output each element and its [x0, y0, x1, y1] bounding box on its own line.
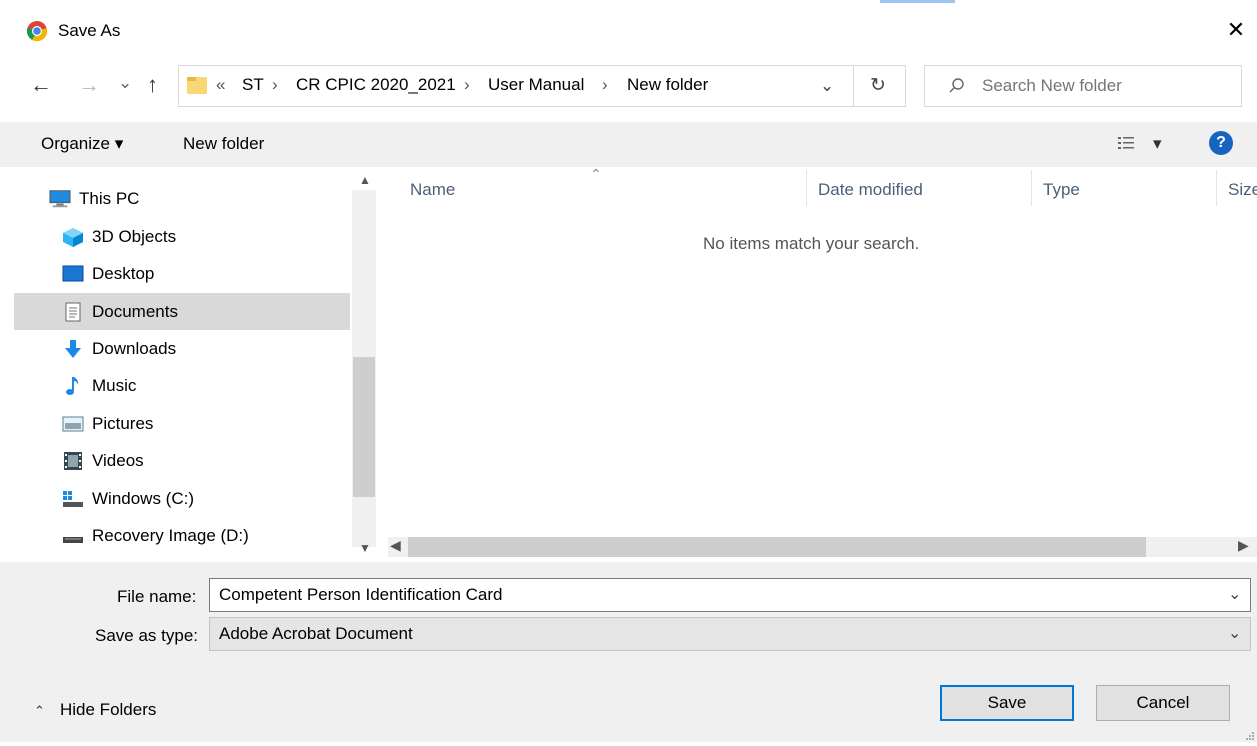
close-button[interactable]: ✕ [1222, 16, 1250, 44]
column-header-size[interactable]: Size [1228, 180, 1257, 200]
forward-button[interactable]: → [78, 72, 100, 98]
accent-line [880, 0, 955, 3]
hide-folders-button[interactable]: Hide Folders [60, 700, 156, 720]
sidebar-item-label: 3D Objects [92, 227, 177, 246]
column-divider [806, 170, 807, 206]
file-name-dropdown-icon[interactable]: ⌄ [1228, 584, 1241, 604]
view-caret[interactable]: ▾ [1153, 134, 1162, 154]
sidebar-item-downloads[interactable]: Downloads [62, 331, 176, 367]
column-header-date-modified[interactable]: Date modified [818, 180, 923, 200]
sidebar-item-label: Documents [92, 302, 178, 321]
sidebar-item-music[interactable]: Music [62, 368, 136, 404]
sidebar-item-documents[interactable]: Documents [62, 294, 178, 330]
sidebar-item-label: Windows (C:) [92, 489, 195, 508]
chevron-up-icon[interactable]: ⌃ [34, 703, 45, 719]
cancel-button[interactable]: Cancel [1096, 685, 1230, 721]
search-icon [948, 77, 966, 95]
content-hscrollbar-thumb[interactable] [408, 537, 1146, 557]
music-icon [62, 376, 84, 396]
back-button[interactable]: ← [30, 72, 52, 98]
sort-ascending-icon: ⌃ [590, 166, 602, 182]
refresh-button[interactable]: ↻ [870, 74, 886, 97]
save-type-label: Save as type: [95, 626, 199, 645]
crumb-user-manual[interactable]: User Manual [488, 75, 584, 95]
sidebar-item-recovery-d[interactable]: Recovery Image (D:) [62, 518, 249, 554]
save-type-dropdown-icon[interactable]: ⌄ [1228, 623, 1241, 643]
drive-d-icon [62, 526, 84, 546]
file-name-label: File name: [117, 587, 197, 606]
desktop-icon [62, 264, 84, 284]
scroll-right-arrow[interactable]: ▶ [1238, 537, 1249, 554]
crumb-separator: › [464, 75, 470, 94]
organize-button[interactable]: Organize ▾ [41, 134, 123, 154]
computer-icon [49, 189, 71, 209]
recent-locations-button[interactable]: ⌄ [118, 73, 132, 93]
resize-grip-icon[interactable] [1243, 728, 1255, 740]
folder-icon [186, 74, 208, 96]
view-options-icon[interactable] [1117, 134, 1135, 152]
3d-objects-icon [62, 227, 84, 247]
sidebar-item-label: Desktop [92, 264, 155, 283]
sidebar-item-this-pc[interactable]: This PC [49, 181, 139, 217]
sidebar-item-label: Downloads [92, 339, 177, 358]
scroll-up-arrow[interactable]: ▲ [359, 173, 371, 187]
column-divider [1216, 170, 1217, 206]
sidebar-item-label: Music [92, 376, 137, 395]
help-icon[interactable]: ? [1209, 131, 1233, 155]
chrome-app-icon [26, 20, 48, 42]
address-dropdown-button[interactable]: ⌄ [820, 76, 834, 96]
title-bar [0, 0, 1257, 60]
file-name-value: Competent Person Identification Card [219, 585, 503, 604]
crumb-separator: › [602, 75, 608, 94]
sidebar-item-label: Pictures [92, 414, 154, 433]
save-button[interactable]: Save [940, 685, 1074, 721]
column-divider [1031, 170, 1032, 206]
empty-message: No items match your search. [703, 234, 920, 253]
downloads-icon [62, 339, 84, 359]
documents-icon [62, 302, 84, 322]
save-type-value: Adobe Acrobat Document [219, 624, 413, 643]
file-name-field[interactable]: Competent Person Identification Card [209, 578, 1251, 612]
divider [853, 66, 854, 106]
sidebar-item-label: Recovery Image (D:) [92, 526, 249, 545]
save-type-select[interactable]: Adobe Acrobat Document [209, 617, 1251, 651]
column-header-name[interactable]: Name [410, 180, 455, 200]
sidebar-item-pictures[interactable]: Pictures [62, 406, 153, 442]
crumb-cr-cpic[interactable]: CR CPIC 2020_2021 [296, 75, 456, 95]
drive-c-icon [62, 489, 84, 509]
address-overflow[interactable]: « [216, 75, 225, 95]
scroll-left-arrow[interactable]: ◀ [390, 537, 401, 554]
sidebar-scrollbar-thumb[interactable] [353, 357, 375, 497]
new-folder-button[interactable]: New folder [183, 134, 264, 154]
sidebar-item-desktop[interactable]: Desktop [62, 256, 154, 292]
sidebar-item-3d-objects[interactable]: 3D Objects [62, 219, 176, 255]
sidebar-item-windows-c[interactable]: Windows (C:) [62, 481, 194, 517]
crumb-separator: › [272, 75, 278, 94]
up-button[interactable]: ↑ [147, 72, 158, 98]
search-input[interactable] [980, 70, 1234, 102]
sidebar-item-label: This PC [79, 189, 140, 208]
window-title: Save As [58, 21, 121, 40]
column-header-type[interactable]: Type [1043, 180, 1080, 200]
sidebar-item-label: Videos [92, 451, 144, 470]
videos-icon [62, 451, 84, 471]
crumb-new-folder[interactable]: New folder [627, 75, 708, 95]
scroll-down-arrow[interactable]: ▼ [359, 541, 371, 555]
sidebar-item-videos[interactable]: Videos [62, 443, 144, 479]
pictures-icon [62, 414, 84, 434]
crumb-st[interactable]: ST [242, 75, 264, 95]
